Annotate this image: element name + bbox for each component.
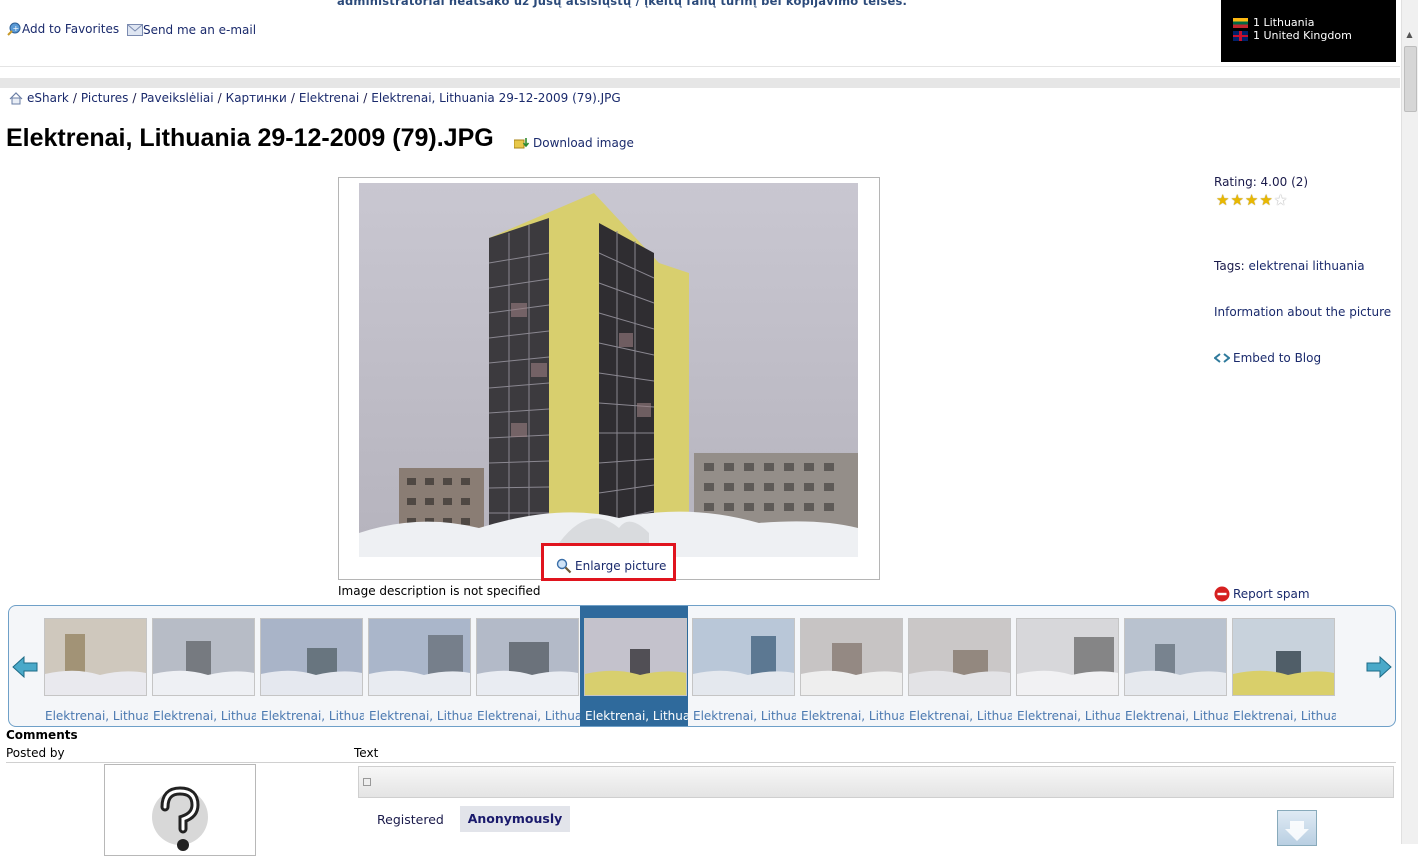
- visitor-label: 1 Lithuania: [1253, 16, 1315, 29]
- rating-star-icon[interactable]: ★: [1230, 193, 1243, 208]
- posted-by-header: Posted by: [6, 746, 65, 760]
- carousel-thumbnail[interactable]: [1124, 618, 1227, 696]
- breadcrumb-separator: /: [132, 91, 137, 105]
- top-links: + Add to Favorites Send me an e-mail: [6, 22, 260, 39]
- main-photo[interactable]: [359, 183, 858, 557]
- send-email-label[interactable]: Send me an e-mail: [143, 23, 256, 37]
- breadcrumb-elektrenai[interactable]: Elektrenai: [299, 91, 359, 105]
- download-image-link[interactable]: Download image: [514, 136, 634, 150]
- anonymous-avatar-icon: [152, 786, 208, 851]
- comments-header-divider: [6, 762, 1396, 763]
- carousel-thumbnail-label[interactable]: Elektrenai, Lithuania: [801, 709, 904, 723]
- carousel-thumbnail[interactable]: [476, 618, 579, 696]
- breadcrumb: eShark / Pictures / Paveikslėliai / Карт…: [9, 91, 621, 105]
- tab-registered[interactable]: Registered: [377, 812, 444, 827]
- uk-flag-icon: [1233, 30, 1248, 41]
- carousel-thumbnail-label[interactable]: Elektrenai, Lithuania: [1125, 709, 1228, 723]
- rating-text: Rating: 4.00 (2): [1214, 175, 1309, 189]
- home-icon[interactable]: [9, 91, 23, 105]
- disclaimer-notice: administratoriai neatsako už Jūsų atsisi…: [337, 0, 908, 8]
- rating-star-icon[interactable]: ★: [1245, 193, 1258, 208]
- tags-label: Tags:: [1214, 259, 1245, 273]
- carousel-thumbnail[interactable]: [368, 618, 471, 696]
- stop-icon: [1214, 586, 1230, 602]
- carousel-thumbnail-label[interactable]: Elektrenai, Lithuania: [585, 709, 688, 723]
- rating-star-icon[interactable]: ★: [1274, 193, 1287, 208]
- carousel-thumbnail[interactable]: [44, 618, 147, 696]
- carousel-thumbnail-label[interactable]: Elektrenai, Lithuania: [1017, 709, 1120, 723]
- send-email-link[interactable]: Send me an e-mail: [126, 23, 256, 37]
- nav-bar: [0, 78, 1400, 88]
- vertical-scrollbar[interactable]: [1401, 0, 1418, 844]
- carousel-thumbnail[interactable]: [1232, 618, 1335, 696]
- carousel-thumbnail-label[interactable]: Elektrenai, Lithuania: [369, 709, 472, 723]
- breadcrumb-separator: /: [217, 91, 222, 105]
- tab-anonymously[interactable]: Anonymously: [460, 806, 570, 832]
- lithuania-flag-icon: [1233, 17, 1248, 28]
- embed-to-blog-link[interactable]: Embed to Blog: [1214, 351, 1321, 365]
- code-arrows-icon: [1214, 353, 1230, 363]
- report-spam-label[interactable]: Report spam: [1233, 587, 1310, 601]
- carousel-thumbnail-label[interactable]: Elektrenai, Lithuania: [1233, 709, 1336, 723]
- report-spam-link[interactable]: Report spam: [1214, 586, 1310, 602]
- breadcrumb-pictures[interactable]: Pictures: [81, 91, 129, 105]
- breadcrumb-separator: /: [290, 91, 295, 105]
- arrow-down-icon: [1285, 821, 1309, 841]
- rating-star-icon[interactable]: ★: [1216, 193, 1229, 208]
- rating-star-icon[interactable]: ★: [1259, 193, 1272, 208]
- tag-link-lithuania[interactable]: lithuania: [1312, 259, 1364, 273]
- add-to-favorites-label[interactable]: Add to Favorites: [22, 22, 119, 36]
- image-description: Image description is not specified: [338, 584, 541, 598]
- carousel-prev-arrow-icon[interactable]: [11, 654, 39, 680]
- carousel-thumbnail[interactable]: [584, 618, 687, 696]
- breadcrumb-current[interactable]: Elektrenai, Lithuania 29-12-2009 (79).JP…: [371, 91, 620, 105]
- magnifier-icon: [556, 558, 572, 574]
- text-header: Text: [354, 746, 379, 760]
- rating-stars[interactable]: ★ ★ ★ ★ ★: [1216, 193, 1287, 208]
- download-icon: [514, 138, 530, 149]
- avatar: [104, 764, 256, 856]
- carousel-thumbnail[interactable]: [260, 618, 363, 696]
- download-image-label[interactable]: Download image: [533, 136, 634, 150]
- comments-heading: Comments: [6, 728, 78, 742]
- carousel-thumbnail[interactable]: [692, 618, 795, 696]
- visitor-label: 1 United Kingdom: [1253, 29, 1352, 42]
- breadcrumb-eshark[interactable]: eShark: [27, 91, 69, 105]
- carousel-thumbnail-label[interactable]: Elektrenai, Lithuania: [45, 709, 148, 723]
- scrollbar-thumb[interactable]: [1404, 46, 1417, 112]
- enlarge-picture-label[interactable]: Enlarge picture: [575, 559, 666, 573]
- picture-info-link[interactable]: Information about the picture: [1214, 305, 1391, 319]
- breadcrumb-separator: /: [72, 91, 77, 105]
- carousel-thumbnail[interactable]: [152, 618, 255, 696]
- carousel-thumbnail[interactable]: [1016, 618, 1119, 696]
- page-title: Elektrenai, Lithuania 29-12-2009 (79).JP…: [6, 124, 494, 152]
- carousel-thumbnail-label[interactable]: Elektrenai, Lithuania: [477, 709, 580, 723]
- carousel-thumbnail-label[interactable]: Elektrenai, Lithuania: [153, 709, 256, 723]
- expand-down-button[interactable]: [1277, 810, 1317, 846]
- tag-link-elektrenai[interactable]: elektrenai: [1248, 259, 1308, 273]
- scroll-up-arrow-icon[interactable]: ▲: [1404, 30, 1415, 41]
- breadcrumb-separator: /: [363, 91, 368, 105]
- comment-editor-toolbar: [358, 766, 1394, 798]
- envelope-icon: [126, 24, 143, 36]
- toolbar-collapse-handle-icon[interactable]: [363, 778, 371, 786]
- carousel-thumbnail[interactable]: [908, 618, 1011, 696]
- header-divider: [0, 66, 1400, 67]
- carousel-thumbnail-label[interactable]: Elektrenai, Lithuania: [261, 709, 364, 723]
- embed-to-blog-label[interactable]: Embed to Blog: [1233, 351, 1321, 365]
- svg-text:+: +: [13, 24, 20, 33]
- visitor-row-lithuania: 1 Lithuania: [1233, 16, 1314, 29]
- visitor-flags-widget: 1 Lithuania 1 United Kingdom: [1221, 0, 1396, 62]
- carousel-thumbnail-label[interactable]: Elektrenai, Lithuania: [909, 709, 1012, 723]
- carousel-thumbnail-label[interactable]: Elektrenai, Lithuania: [693, 709, 796, 723]
- carousel-next-arrow-icon[interactable]: [1365, 654, 1393, 680]
- visitor-row-uk: 1 United Kingdom: [1233, 29, 1352, 42]
- favorites-icon: +: [7, 22, 21, 36]
- breadcrumb-paveikslėliai[interactable]: Paveikslėliai: [140, 91, 213, 105]
- add-to-favorites-link[interactable]: + Add to Favorites: [6, 22, 119, 36]
- breadcrumb-kartinki[interactable]: Картинки: [226, 91, 287, 105]
- enlarge-picture-link[interactable]: Enlarge picture: [556, 558, 666, 574]
- tags: Tags: elektrenai lithuania: [1214, 259, 1365, 273]
- carousel-thumbnail[interactable]: [800, 618, 903, 696]
